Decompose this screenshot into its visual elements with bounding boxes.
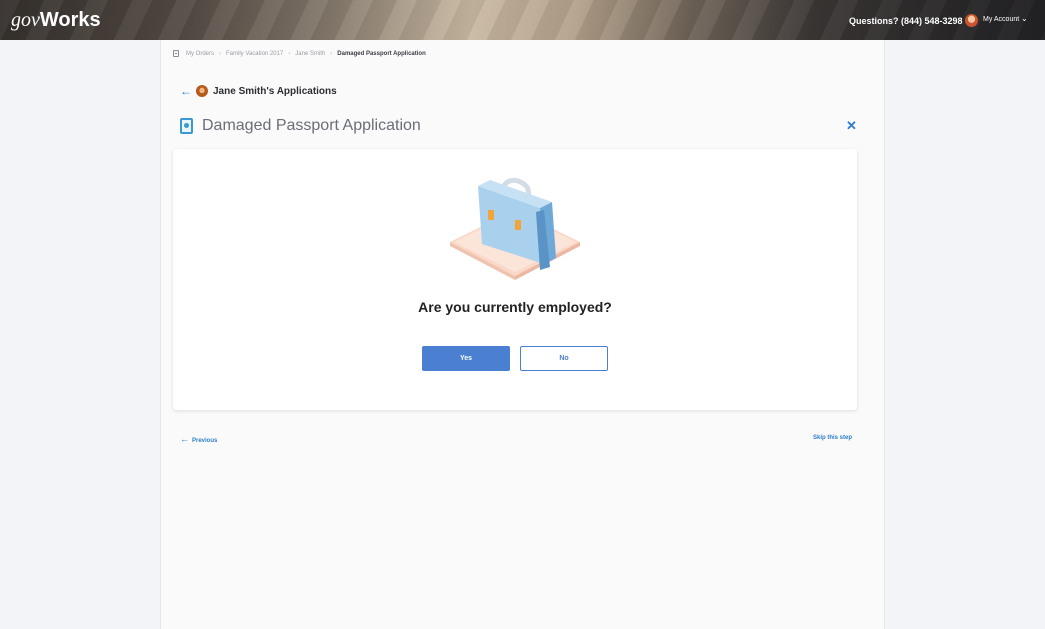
breadcrumb-my-orders[interactable]: My Orders: [186, 51, 214, 57]
skip-step-link[interactable]: Skip this step: [813, 435, 852, 441]
back-to-applications[interactable]: ← Jane Smith's Applications: [180, 84, 337, 98]
yes-button[interactable]: Yes: [422, 346, 510, 371]
breadcrumb-family-vacation[interactable]: Family Vacation 2017: [226, 51, 283, 57]
page-header: Damaged Passport Application: [180, 117, 421, 135]
chevron-down-icon[interactable]: ⌄: [1021, 14, 1028, 23]
passport-icon: [180, 118, 193, 134]
support-phone[interactable]: Questions? (844) 548-3298: [849, 16, 963, 26]
building-icon: [173, 50, 179, 57]
close-icon[interactable]: ✕: [846, 118, 857, 134]
no-button[interactable]: No: [520, 346, 608, 371]
govworks-logo[interactable]: govWorks: [11, 9, 101, 32]
question-text: Are you currently employed?: [418, 299, 612, 315]
breadcrumb-jane-smith[interactable]: Jane Smith: [295, 51, 325, 57]
back-arrow-icon[interactable]: ←: [180, 84, 194, 98]
arrow-left-icon: ←: [180, 434, 189, 444]
top-header: govWorks Questions? (844) 548-3298 My Ac…: [0, 0, 1045, 40]
briefcase-icon: [450, 177, 580, 280]
applications-link[interactable]: Jane Smith's Applications: [213, 86, 337, 97]
page-title: Damaged Passport Application: [202, 117, 421, 134]
my-account-menu[interactable]: My Account: [983, 16, 1019, 23]
breadcrumb: My Orders › Family Vacation 2017 › Jane …: [173, 50, 426, 57]
breadcrumb-current: Damaged Passport Application: [337, 50, 426, 57]
account-avatar[interactable]: [965, 14, 978, 27]
applicant-avatar: [196, 85, 208, 97]
previous-link[interactable]: ← Previous: [180, 434, 217, 444]
